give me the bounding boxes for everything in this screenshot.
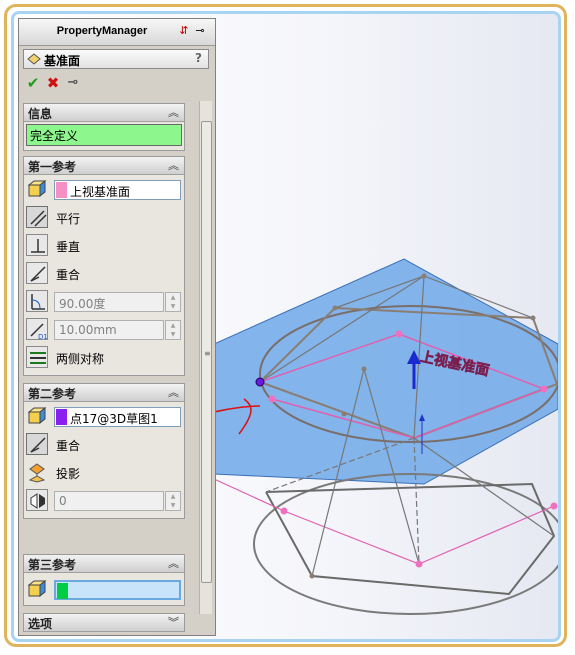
feature-title: 基准面: [44, 54, 81, 68]
second-coincident-label: 重合: [56, 439, 81, 453]
third-reference-header[interactable]: 第三参考 ︽: [24, 555, 184, 573]
options-group-title: 选项: [28, 617, 53, 631]
reference-cube-icon: [27, 179, 47, 198]
angle-spinner[interactable]: ▲ ▼: [165, 292, 181, 312]
count-spinner[interactable]: ▲ ▼: [165, 491, 181, 511]
selected-point17[interactable]: [255, 377, 265, 387]
second-reference-header[interactable]: 第二参考 ︽: [24, 384, 184, 402]
second-reference-selection-box[interactable]: 点17@3D草图1: [54, 407, 181, 427]
cancel-icon[interactable]: ✖: [45, 75, 61, 91]
second-reference-title: 第二参考: [28, 387, 77, 401]
first-reference-selection-row: 上视基准面: [26, 177, 184, 201]
svg-text:D1: D1: [38, 333, 48, 340]
lower-circle: [253, 473, 558, 615]
second-reference-group: 第二参考 ︽ 点17@3D草图1 重合 投影 0 ▲ ▼: [23, 383, 185, 519]
first-reference-header[interactable]: 第一参考 ︽: [24, 157, 184, 175]
second-reference-selection-row: 点17@3D草图1: [26, 404, 184, 428]
collapse-chevron-icon[interactable]: ︽: [168, 157, 179, 173]
mirror-icon[interactable]: [26, 346, 48, 368]
collapse-chevron-icon[interactable]: ︽: [168, 104, 179, 120]
info-group-header[interactable]: 信息 ︽: [24, 104, 184, 122]
distance-row: D1 10.00mm ▲ ▼: [26, 317, 184, 341]
info-group: 信息 ︽ 完全定义: [23, 103, 185, 151]
first-reference-selection: 上视基准面: [70, 185, 131, 199]
graphics-viewport[interactable]: 上视基准面: [214, 14, 558, 639]
screenshot-frame: 上视基准面 PropertyManager ⇵ ⊸ 基准面 ? ✔ ✖ ⊸ ≡ …: [11, 11, 561, 642]
scrollbar-thumb[interactable]: ≡: [201, 121, 212, 583]
second-reference-selection: 点17@3D草图1: [70, 412, 158, 426]
reference-cube-icon: [27, 579, 47, 598]
pushpin-icon[interactable]: ⊸: [193, 24, 207, 38]
coincident-icon[interactable]: [26, 262, 48, 284]
lower-pink-sketch: [214, 478, 555, 565]
first-reference-color-swatch: [56, 182, 67, 198]
property-manager-panel: PropertyManager ⇵ ⊸ 基准面 ? ✔ ✖ ⊸ ≡ 信息 ︽ 完…: [18, 18, 216, 636]
first-reference-title: 第一参考: [28, 160, 77, 174]
flip-row: 0 ▲ ▼: [26, 488, 184, 512]
perpendicular-row[interactable]: 垂直: [26, 233, 184, 257]
angle-icon[interactable]: [26, 290, 48, 312]
third-reference-title: 第三参考: [28, 558, 77, 572]
info-group-title: 信息: [28, 107, 53, 121]
collapse-chevron-icon[interactable]: ︽: [168, 384, 179, 400]
perpendicular-icon[interactable]: [26, 234, 48, 256]
keep-visible-pushpin-icon[interactable]: ⊸: [65, 75, 81, 91]
options-group-header[interactable]: 选项 ︾: [24, 614, 184, 632]
coincident-icon[interactable]: [26, 433, 48, 455]
expand-chevron-icon[interactable]: ︾: [168, 614, 179, 630]
collapse-chevron-icon[interactable]: ︽: [168, 555, 179, 571]
parallel-icon[interactable]: [26, 206, 48, 228]
expand-panel-icon[interactable]: ⇵: [177, 24, 191, 38]
projection-icon[interactable]: [26, 461, 48, 483]
second-coincident-row[interactable]: 重合: [26, 432, 184, 456]
distance-input[interactable]: 10.00mm: [54, 320, 164, 340]
distance-icon[interactable]: D1: [26, 318, 48, 340]
third-reference-group: 第三参考 ︽: [23, 554, 185, 606]
angle-row: 90.00度 ▲ ▼: [26, 289, 184, 313]
panel-scrollbar[interactable]: ≡: [199, 101, 212, 614]
third-reference-selection-box[interactable]: [54, 580, 181, 600]
mirror-row[interactable]: 两侧对称: [26, 345, 184, 369]
options-group[interactable]: 选项 ︾: [23, 613, 185, 632]
ok-icon[interactable]: ✔: [25, 75, 41, 91]
feature-title-bar: 基准面 ?: [23, 49, 209, 69]
pm-header: PropertyManager ⇵ ⊸: [19, 19, 215, 46]
flip-icon[interactable]: [26, 489, 48, 511]
count-input[interactable]: 0: [54, 491, 164, 511]
third-reference-selection-row: [26, 577, 184, 601]
first-reference-group: 第一参考 ︽ 上视基准面 平行 垂直 重合 90.00度 ▲ ▼ D1 10.0…: [23, 156, 185, 376]
plane-icon: [27, 53, 41, 65]
pm-header-title: PropertyManager: [56, 25, 148, 37]
reference-cube-icon: [27, 406, 47, 425]
status-box: 完全定义: [26, 124, 182, 146]
mirror-label: 两侧对称: [56, 352, 105, 366]
help-button[interactable]: ?: [195, 51, 202, 65]
first-reference-selection-box[interactable]: 上视基准面: [54, 180, 181, 200]
top-plane[interactable]: [214, 258, 558, 485]
perpendicular-label: 垂直: [56, 240, 81, 254]
coincident-label: 重合: [56, 268, 81, 282]
parallel-label: 平行: [56, 212, 81, 226]
coincident-row[interactable]: 重合: [26, 261, 184, 285]
projection-label: 投影: [56, 467, 81, 481]
third-reference-color-swatch: [57, 583, 68, 599]
distance-spinner[interactable]: ▲ ▼: [165, 320, 181, 340]
parallel-row[interactable]: 平行: [26, 205, 184, 229]
lower-hexagon: [265, 482, 556, 596]
angle-input[interactable]: 90.00度: [54, 292, 164, 312]
second-reference-color-swatch: [56, 409, 67, 425]
projection-row[interactable]: 投影: [26, 460, 184, 484]
